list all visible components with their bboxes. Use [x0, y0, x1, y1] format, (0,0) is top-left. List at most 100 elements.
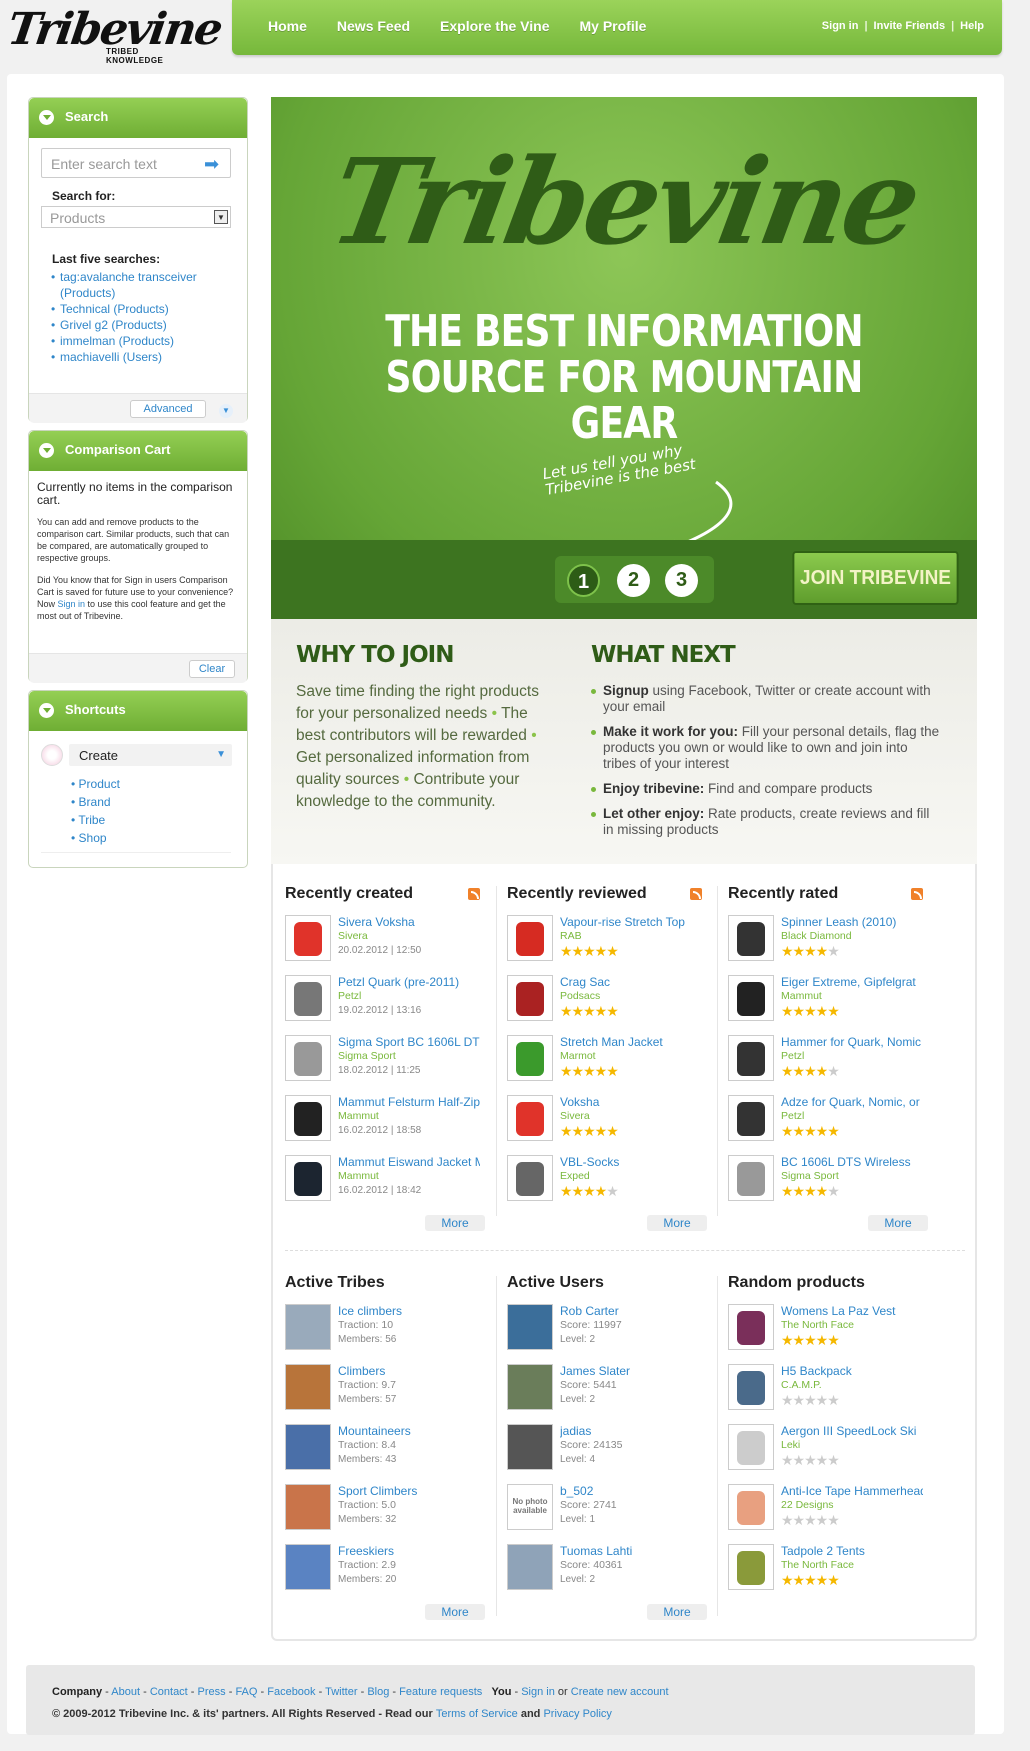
product-thumbnail[interactable]: [728, 1155, 774, 1201]
sign-in-link[interactable]: Sign in: [822, 20, 859, 32]
list-item[interactable]: Spinner Leash (2010) Black Diamond ★★★★★: [728, 915, 928, 965]
rss-icon[interactable]: [690, 888, 702, 900]
list-item[interactable]: VBL-Socks Exped ★★★★★: [507, 1155, 707, 1205]
footer-blog-link[interactable]: Blog: [367, 1686, 389, 1698]
avatar[interactable]: [507, 1364, 553, 1410]
footer-faq-link[interactable]: FAQ: [235, 1686, 257, 1698]
footer-sign-in-link[interactable]: Sign in: [521, 1686, 555, 1698]
rss-icon[interactable]: [911, 888, 923, 900]
more-button[interactable]: More: [868, 1215, 928, 1231]
more-button[interactable]: More: [425, 1604, 485, 1620]
product-thumbnail[interactable]: [285, 975, 331, 1021]
list-item[interactable]: Adze for Quark, Nomic, or Petzl ★★★★★: [728, 1095, 928, 1145]
last-search-item[interactable]: • Grivel g2 (Products): [51, 317, 221, 333]
help-link[interactable]: Help: [960, 20, 984, 32]
create-tribe-link[interactable]: • Tribe: [71, 811, 120, 829]
list-item[interactable]: Mammut Eiswand Jacket MenMammut16.02.201…: [285, 1155, 485, 1205]
collapse-icon[interactable]: [39, 703, 54, 718]
slide-3-button[interactable]: 3: [665, 564, 698, 597]
product-thumbnail[interactable]: [507, 1155, 553, 1201]
avatar[interactable]: [507, 1424, 553, 1470]
search-box-header[interactable]: Search: [29, 98, 247, 138]
create-brand-link[interactable]: • Brand: [71, 793, 120, 811]
advanced-search-button[interactable]: Advanced: [130, 400, 206, 418]
chevron-down-icon[interactable]: ▼: [216, 749, 226, 760]
list-item[interactable]: Mountaineers Traction: 8.4 Members: 43: [285, 1424, 485, 1474]
tribe-thumbnail[interactable]: [285, 1304, 331, 1350]
tribe-thumbnail[interactable]: [285, 1484, 331, 1530]
more-button[interactable]: More: [425, 1215, 485, 1231]
nav-my-profile[interactable]: My Profile: [580, 18, 647, 34]
product-thumbnail[interactable]: [285, 915, 331, 961]
footer-twitter-link[interactable]: Twitter: [325, 1686, 357, 1698]
list-item[interactable]: BC 1606L DTS Wireless Sigma Sport ★★★★★: [728, 1155, 928, 1205]
more-button[interactable]: More: [647, 1604, 707, 1620]
tribe-thumbnail[interactable]: [285, 1364, 331, 1410]
list-item[interactable]: Voksha Sivera ★★★★★: [507, 1095, 707, 1145]
tribe-thumbnail[interactable]: [285, 1424, 331, 1470]
list-item[interactable]: Hammer for Quark, Nomic Petzl ★★★★★: [728, 1035, 928, 1085]
product-thumbnail[interactable]: [728, 1304, 774, 1350]
footer-feature-requests-link[interactable]: Feature requests: [399, 1686, 482, 1698]
product-thumbnail[interactable]: [507, 975, 553, 1021]
search-arrow-icon[interactable]: ➡: [204, 155, 219, 173]
list-item[interactable]: Sigma Sport BC 1606L DTS Sigma Sport 18.02…: [285, 1035, 485, 1085]
avatar[interactable]: [507, 1304, 553, 1350]
list-item[interactable]: Freeskiers Traction: 2.9 Members: 20: [285, 1544, 485, 1594]
create-product-link[interactable]: • Product: [71, 775, 120, 793]
list-item[interactable]: Womens La Paz Vest The North Face ★★★★★: [728, 1304, 928, 1354]
list-item[interactable]: Crag Sac Podsacs ★★★★★: [507, 975, 707, 1025]
product-thumbnail[interactable]: [728, 1035, 774, 1081]
product-thumbnail[interactable]: [728, 1364, 774, 1410]
footer-facebook-link[interactable]: Facebook: [267, 1686, 315, 1698]
last-search-item[interactable]: • Technical (Products): [51, 301, 221, 317]
privacy-policy-link[interactable]: Privacy Policy: [543, 1708, 611, 1720]
cart-box-header[interactable]: Comparison Cart: [29, 431, 247, 471]
product-thumbnail[interactable]: [728, 915, 774, 961]
footer-press-link[interactable]: Press: [198, 1686, 226, 1698]
list-item[interactable]: Mammut Felsturm Half-Zip Mammut 16.02.2012…: [285, 1095, 485, 1145]
list-item[interactable]: Stretch Man Jacket Marmot ★★★★★: [507, 1035, 707, 1085]
list-item[interactable]: Tadpole 2 Tents The North Face ★★★★★: [728, 1544, 928, 1594]
list-item[interactable]: H5 Backpack C.A.M.P. ★★★★★: [728, 1364, 928, 1414]
list-item[interactable]: No photo available b_502 Score: 2741 Level:…: [507, 1484, 707, 1534]
list-item[interactable]: Rob Carter Score: 11997 Level: 2: [507, 1304, 707, 1354]
list-item[interactable]: Sport Climbers Traction: 5.0 Members: 32: [285, 1484, 485, 1534]
terms-of-service-link[interactable]: Terms of Service: [436, 1708, 518, 1720]
avatar[interactable]: [507, 1544, 553, 1590]
footer-create-account-link[interactable]: Create new account: [571, 1686, 669, 1698]
list-item[interactable]: Vapour-rise Stretch Top RAB ★★★★★: [507, 915, 707, 965]
product-thumbnail[interactable]: [507, 1035, 553, 1081]
product-thumbnail[interactable]: [728, 1484, 774, 1530]
slide-1-button[interactable]: 1: [567, 564, 600, 597]
list-item[interactable]: jadias Score: 24135 Level: 4: [507, 1424, 707, 1474]
last-search-item[interactable]: • immelman (Products): [51, 333, 221, 349]
clear-cart-button[interactable]: Clear: [189, 660, 235, 678]
list-item[interactable]: Ice climbers Traction: 10 Members: 56: [285, 1304, 485, 1354]
collapse-icon[interactable]: [39, 443, 54, 458]
product-thumbnail[interactable]: [728, 975, 774, 1021]
product-thumbnail[interactable]: [728, 1095, 774, 1141]
product-thumbnail[interactable]: [285, 1035, 331, 1081]
nav-home[interactable]: Home: [268, 18, 307, 34]
avatar[interactable]: No photo available: [507, 1484, 553, 1530]
list-item[interactable]: Petzl Quark (pre-2011) Petzl 19.02.2012 | …: [285, 975, 485, 1025]
product-thumbnail[interactable]: [507, 1095, 553, 1141]
shortcuts-box-header[interactable]: Shortcuts: [29, 691, 247, 731]
join-tribevine-button[interactable]: JOIN TRIBEVINE: [792, 551, 959, 605]
create-dropdown[interactable]: Create ▼: [69, 744, 232, 766]
footer-about-link[interactable]: About: [111, 1686, 140, 1698]
search-input[interactable]: Enter search text ➡: [41, 148, 231, 178]
last-search-item[interactable]: • machiavelli (Users): [51, 349, 221, 365]
cart-sign-in-link[interactable]: Sign in: [58, 599, 86, 609]
expand-icon[interactable]: ▼: [219, 404, 233, 418]
slide-2-button[interactable]: 2: [617, 564, 650, 597]
product-thumbnail[interactable]: [285, 1095, 331, 1141]
invite-friends-link[interactable]: Invite Friends: [874, 20, 946, 32]
footer-contact-link[interactable]: Contact: [150, 1686, 188, 1698]
product-thumbnail[interactable]: [285, 1155, 331, 1201]
nav-news-feed[interactable]: News Feed: [337, 18, 410, 34]
dropdown-arrow-icon[interactable]: ▼: [214, 210, 228, 224]
list-item[interactable]: Climbers Traction: 9.7 Members: 57: [285, 1364, 485, 1414]
product-thumbnail[interactable]: [728, 1424, 774, 1470]
